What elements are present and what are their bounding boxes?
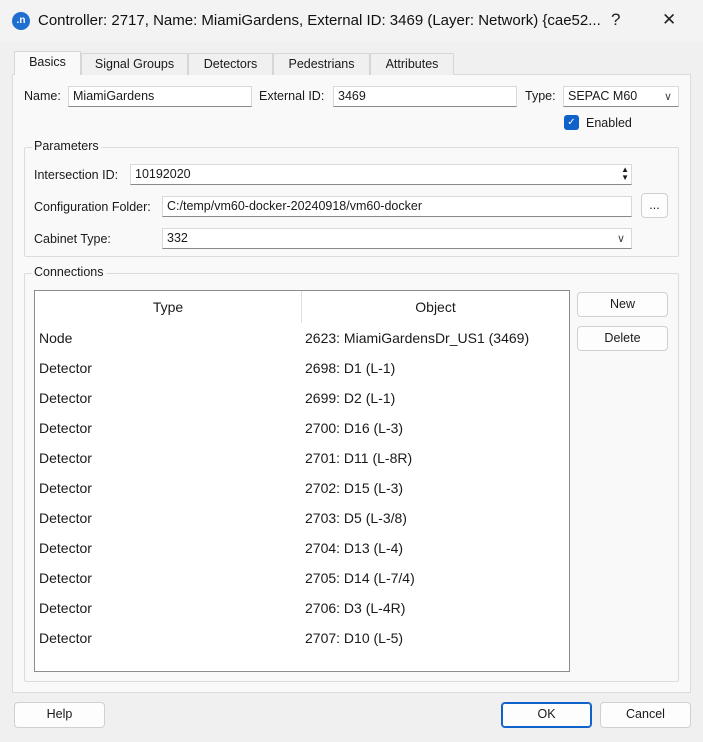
cell-type: Detector: [39, 390, 92, 406]
name-input[interactable]: MiamiGardens: [68, 86, 252, 107]
table-row[interactable]: Detector 2703: D5 (L-3/8): [35, 503, 569, 533]
tab-signal-groups[interactable]: Signal Groups: [81, 53, 188, 75]
app-icon: .n: [12, 12, 30, 30]
table-row[interactable]: Detector 2706: D3 (L-4R): [35, 593, 569, 623]
cell-type: Detector: [39, 630, 92, 646]
tab-detectors[interactable]: Detectors: [188, 53, 273, 75]
cancel-button[interactable]: Cancel: [600, 702, 691, 728]
type-value: SEPAC M60: [568, 89, 638, 103]
cell-object: 2705: D14 (L-7/4): [305, 570, 415, 586]
table-row[interactable]: Detector 2701: D11 (L-8R): [35, 443, 569, 473]
tab-attributes[interactable]: Attributes: [370, 53, 454, 75]
table-row[interactable]: Detector 2698: D1 (L-1): [35, 353, 569, 383]
browse-button[interactable]: ...: [641, 193, 668, 218]
cell-type: Detector: [39, 420, 92, 436]
spinner-arrows-icon[interactable]: ▲ ▼: [621, 166, 629, 182]
chevron-down-icon: ∨: [616, 233, 625, 245]
name-label: Name:: [24, 89, 61, 103]
external-id-label: External ID:: [259, 89, 325, 103]
delete-button[interactable]: Delete: [577, 326, 668, 351]
table-row[interactable]: Detector 2699: D2 (L-1): [35, 383, 569, 413]
config-folder-input[interactable]: C:/temp/vm60-docker-20240918/vm60-docker: [162, 196, 632, 217]
connections-title: Connections: [32, 265, 106, 279]
cell-object: 2623: MiamiGardensDr_US1 (3469): [305, 330, 530, 346]
cell-object: 2698: D1 (L-1): [305, 360, 396, 376]
cell-type: Detector: [39, 540, 92, 556]
column-header-object[interactable]: Object: [302, 291, 569, 323]
table-row[interactable]: Node 2623: MiamiGardensDr_US1 (3469): [35, 323, 569, 353]
new-button[interactable]: New: [577, 292, 668, 317]
cabinet-type-value: 332: [167, 231, 188, 245]
cell-type: Detector: [39, 570, 92, 586]
help-button[interactable]: Help: [14, 702, 105, 728]
cell-type: Node: [39, 330, 73, 346]
config-folder-label: Configuration Folder:: [34, 200, 151, 214]
help-icon[interactable]: ?: [611, 10, 620, 30]
connections-table[interactable]: Type Object Node 2623: MiamiGardensDr_US1…: [34, 290, 570, 672]
table-row[interactable]: Detector 2700: D16 (L-3): [35, 413, 569, 443]
table-row[interactable]: Detector 2704: D13 (L-4): [35, 533, 569, 563]
type-label: Type:: [525, 89, 556, 103]
ok-button[interactable]: OK: [501, 702, 592, 728]
column-header-type[interactable]: Type: [35, 291, 302, 323]
cabinet-type-select[interactable]: 332 ∨: [162, 228, 632, 249]
type-select[interactable]: SEPAC M60 ∨: [563, 86, 679, 107]
external-id-input[interactable]: 3469: [333, 86, 517, 107]
cell-object: 2701: D11 (L-8R): [305, 450, 413, 466]
table-row[interactable]: Detector 2705: D14 (L-7/4): [35, 563, 569, 593]
cell-object: 2707: D10 (L-5): [305, 630, 404, 646]
window-title: Controller: 2717, Name: MiamiGardens, Ex…: [38, 12, 601, 29]
parameters-title: Parameters: [32, 139, 101, 153]
intersection-id-value: 10192020: [135, 167, 191, 181]
enabled-checkbox[interactable]: ✓: [564, 115, 579, 130]
cell-object: 2704: D13 (L-4): [305, 540, 404, 556]
cabinet-type-label: Cabinet Type:: [34, 232, 111, 246]
cell-type: Detector: [39, 480, 92, 496]
table-row[interactable]: Detector 2702: D15 (L-3): [35, 473, 569, 503]
cell-type: Detector: [39, 360, 92, 376]
cell-object: 2702: D15 (L-3): [305, 480, 404, 496]
intersection-id-spinbox[interactable]: 10192020 ▲ ▼: [130, 164, 632, 185]
table-row[interactable]: Detector 2707: D10 (L-5): [35, 623, 569, 653]
cell-object: 2699: D2 (L-1): [305, 390, 396, 406]
tab-pedestrians[interactable]: Pedestrians: [273, 53, 370, 75]
cell-type: Detector: [39, 600, 92, 616]
title-bar: .n Controller: 2717, Name: MiamiGardens,…: [0, 0, 703, 42]
close-icon[interactable]: ✕: [662, 10, 676, 30]
cell-object: 2700: D16 (L-3): [305, 420, 404, 436]
intersection-id-label: Intersection ID:: [34, 168, 119, 182]
cell-object: 2706: D3 (L-4R): [305, 600, 406, 616]
cell-type: Detector: [39, 510, 92, 526]
chevron-down-icon: ∨: [663, 91, 672, 103]
tab-basics[interactable]: Basics: [14, 51, 81, 75]
cell-object: 2703: D5 (L-3/8): [305, 510, 407, 526]
enabled-label: Enabled: [586, 116, 632, 130]
cell-type: Detector: [39, 450, 92, 466]
